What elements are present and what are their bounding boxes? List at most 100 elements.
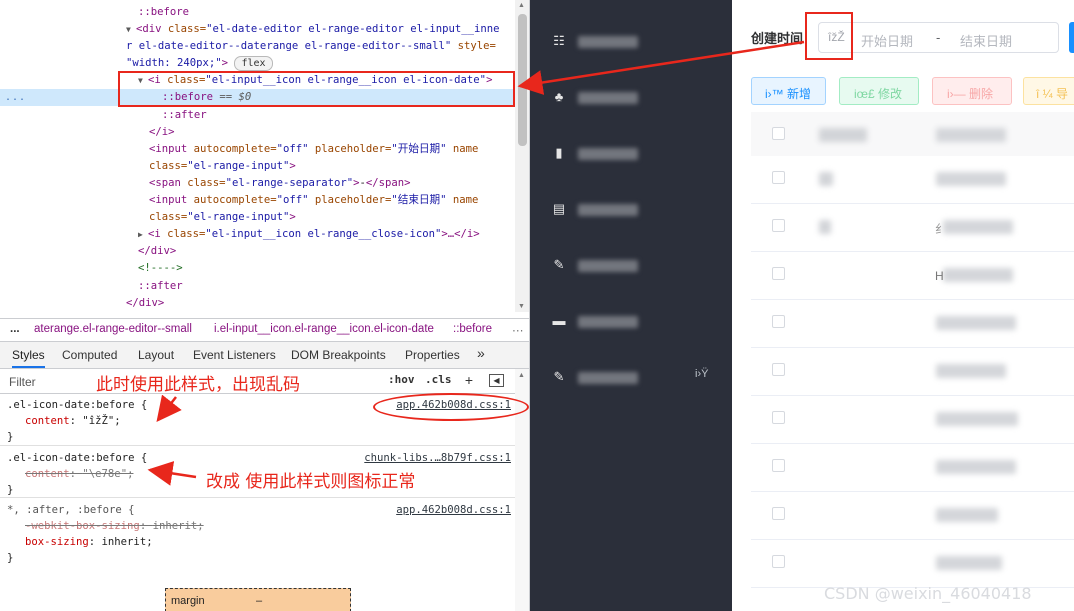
sidebar-item[interactable]: ✎ i›Ÿ [530, 358, 732, 398]
row-checkbox[interactable] [772, 267, 785, 280]
column-header-redacted [936, 128, 1006, 142]
rule-property-struck[interactable]: content: "\e78e"; [25, 466, 133, 482]
delete-button[interactable]: i›— 删除 [932, 77, 1012, 105]
scroll-thumb[interactable] [518, 14, 527, 146]
table-header [751, 112, 1074, 156]
end-date-input[interactable]: 结束日期 [960, 31, 1012, 50]
sidebar-item[interactable]: ▤ [530, 190, 732, 230]
table-row[interactable]: 纟 [751, 204, 1074, 252]
rule-property-struck[interactable]: -webkit-box-sizing: inherit; [25, 518, 204, 534]
table-row[interactable] [751, 444, 1074, 492]
export-button[interactable]: î ¼ 导 [1023, 77, 1074, 105]
tab-layout[interactable]: Layout [138, 348, 174, 362]
sidebar-item[interactable]: ✎ [530, 246, 732, 286]
breadcrumb-more[interactable]: ... [10, 323, 20, 335]
row-checkbox[interactable] [772, 363, 785, 376]
edit-button[interactable]: iœ£ 修改 [839, 77, 919, 105]
tab-event-listeners[interactable]: Event Listeners [193, 348, 276, 362]
sidebar-item-label-redacted [578, 372, 638, 384]
breadcrumb-item[interactable]: i.el-input__icon.el-range__icon.el-icon-… [214, 323, 434, 335]
tab-computed[interactable]: Computed [62, 348, 117, 362]
table-row[interactable] [751, 492, 1074, 540]
sidebar-item-label-redacted [578, 260, 638, 272]
sidebar-item-label-redacted [578, 36, 638, 48]
table-row[interactable] [751, 156, 1074, 204]
add-button[interactable]: i›™ 新增 [751, 77, 826, 105]
watermark: CSDN @weixin_46040418 [824, 584, 1032, 603]
dom-node[interactable]: <span class="el-range-separator">-</span… [0, 175, 515, 192]
tab-properties[interactable]: Properties [405, 348, 460, 362]
hov-toggle-button[interactable]: :hov [388, 373, 415, 386]
org-chart-icon: ♣ [554, 89, 564, 104]
breadcrumb-item[interactable]: aterange.el-range-editor--small [34, 323, 192, 335]
dom-node-continued: r el-date-editor--daterange el-range-edi… [126, 40, 496, 52]
tabs-more-icon[interactable]: » [477, 345, 485, 361]
highlight-ellipse-source [373, 393, 529, 421]
pseudo-element: ::before [138, 6, 190, 18]
rule-selector[interactable]: .el-icon-date:before { [7, 450, 147, 466]
table-row[interactable]: H [751, 252, 1074, 300]
dom-node[interactable]: ::before [0, 4, 515, 21]
elements-tree: ::before ▼ <div class="el-date-editor el-… [0, 0, 515, 312]
sidebar-item-label-redacted [578, 148, 638, 160]
dom-node[interactable]: </div> [0, 243, 515, 260]
dom-node[interactable]: ▶ <i class="el-input__icon el-range__clos… [0, 226, 515, 243]
dom-node[interactable]: ::after [0, 107, 515, 124]
dom-node[interactable]: <input autocomplete="off" placeholder="结… [0, 192, 515, 209]
start-date-input[interactable]: 开始日期 [861, 31, 913, 50]
breadcrumb-more-icon[interactable]: ⋯ [512, 323, 524, 337]
collapse-triangle-icon[interactable]: ▼ [126, 21, 136, 38]
breadcrumb-item[interactable]: ::before [453, 323, 492, 335]
dom-node[interactable]: </div> [0, 295, 515, 312]
flex-badge[interactable]: flex [234, 56, 273, 71]
rule-source-link[interactable]: chunk-libs.…8b79f.css:1 [364, 450, 511, 466]
table-row[interactable] [751, 300, 1074, 348]
row-checkbox[interactable] [772, 315, 785, 328]
app-main: 创建时间 îžŽ 开始日期 - 结束日期 i›™ 新增 iœ£ 修改 i›— 删… [732, 0, 1074, 611]
dom-comment[interactable]: <!----> [0, 260, 515, 277]
style-rule: *, :after, :before { app.462b008d.css:1 … [0, 497, 515, 567]
row-checkbox[interactable] [772, 171, 785, 184]
rule-property[interactable]: content: "îžŽ"; [25, 413, 121, 429]
node-options-icon[interactable]: ... [5, 89, 26, 106]
table-row[interactable] [751, 348, 1074, 396]
sidebar-item-label-redacted [578, 204, 638, 216]
table-row[interactable] [751, 540, 1074, 588]
dom-node[interactable]: <input autocomplete="off" placeholder="开… [0, 141, 515, 158]
dom-node[interactable]: ::after [0, 278, 515, 295]
tab-dom-breakpoints[interactable]: DOM Breakpoints [291, 348, 386, 362]
annotation-fix-note: 改成 使用此样式则图标正常 [206, 472, 416, 492]
style-rules: .el-icon-date:before { app.462b008d.css:… [0, 395, 515, 611]
new-rule-icon[interactable]: + [461, 372, 477, 388]
row-checkbox[interactable] [772, 459, 785, 472]
table-row[interactable] [751, 396, 1074, 444]
rule-property[interactable]: box-sizing: inherit; [25, 534, 153, 550]
row-checkbox[interactable] [772, 219, 785, 232]
dom-node[interactable]: </i> [0, 124, 515, 141]
row-checkbox[interactable] [772, 555, 785, 568]
elements-scrollbar[interactable]: ▲ ▼ [515, 0, 529, 312]
dom-node-continued: class="el-range-input"> [149, 211, 296, 223]
sidebar-item[interactable]: ☷ [530, 22, 732, 62]
rule-selector[interactable]: .el-icon-date:before { [7, 397, 147, 413]
edit-icon: ✎ [553, 257, 565, 272]
date-range-picker[interactable]: îžŽ 开始日期 - 结束日期 [818, 22, 1059, 53]
sidebar-item[interactable]: ▮ [530, 134, 732, 174]
row-checkbox[interactable] [772, 411, 785, 424]
sidebar-item[interactable]: ♣ [530, 78, 732, 118]
toggle-computed-sidebar-icon[interactable]: ◀ [489, 374, 504, 387]
scroll-down-icon[interactable]: ▼ [518, 303, 525, 310]
rule-source-link[interactable]: app.462b008d.css:1 [396, 502, 511, 518]
scroll-up-icon[interactable]: ▲ [518, 2, 525, 9]
expand-triangle-icon[interactable]: ▶ [138, 226, 148, 243]
annotation-garbled-note: 此时使用此样式，出现乱码 [96, 375, 300, 395]
scroll-up-icon[interactable]: ▲ [518, 372, 525, 379]
sidebar-item[interactable]: ▬ [530, 302, 732, 342]
row-checkbox[interactable] [772, 507, 785, 520]
select-all-checkbox[interactable] [772, 127, 785, 140]
cls-toggle-button[interactable]: .cls [425, 373, 452, 386]
rule-selector[interactable]: *, :after, :before { [7, 502, 135, 518]
tab-styles[interactable]: Styles [12, 348, 45, 368]
dom-node[interactable]: ▼ <div class="el-date-editor el-range-edi… [0, 21, 515, 38]
search-button[interactable] [1069, 22, 1074, 53]
